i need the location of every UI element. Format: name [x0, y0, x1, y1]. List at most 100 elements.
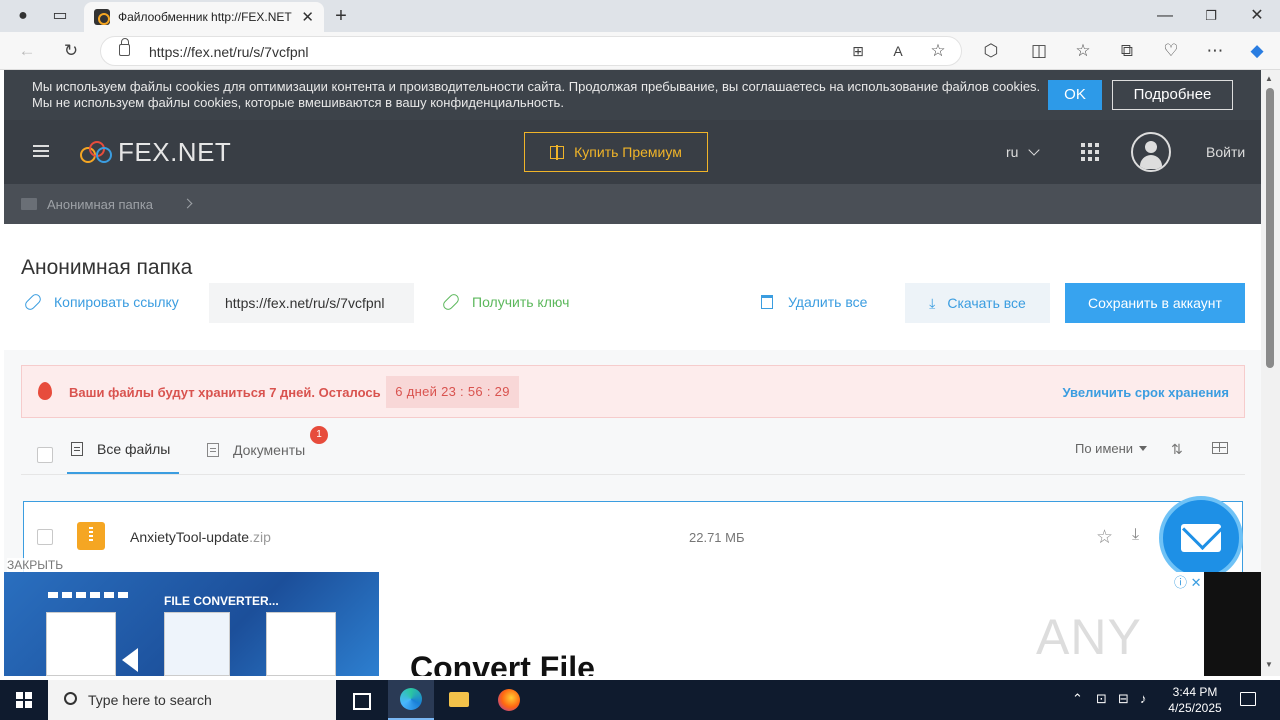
copilot-icon[interactable]: ◆: [1246, 41, 1268, 61]
cookie-more-button[interactable]: Подробнее: [1112, 80, 1233, 110]
performance-icon[interactable]: ♡: [1160, 41, 1182, 61]
taskbar-search[interactable]: Type here to search: [48, 680, 336, 720]
back-icon[interactable]: ←: [16, 41, 38, 61]
edge-browser-icon[interactable]: [388, 680, 434, 720]
copy-link-button[interactable]: Копировать ссылку: [23, 292, 179, 312]
select-all-checkbox[interactable]: [37, 447, 53, 463]
windows-taskbar: Type here to search ⌃ ⊡ ⊟ ♪ 3:44 PM 4/25…: [0, 680, 1280, 720]
close-window-icon[interactable]: ✕: [1242, 1, 1272, 31]
sort-direction-icon[interactable]: ⇅: [1171, 441, 1183, 458]
breadcrumb-folder[interactable]: Анонимная папка: [47, 197, 153, 212]
file-row[interactable]: AnxietyTool-update.zip 22.71 МБ ☆ ⤓: [23, 501, 1243, 581]
tab-documents[interactable]: Документы: [207, 425, 305, 474]
refresh-icon[interactable]: ↻: [60, 41, 82, 61]
file-explorer-icon[interactable]: [436, 680, 482, 720]
cookie-ok-button[interactable]: OK: [1048, 80, 1102, 110]
extend-storage-link[interactable]: Увеличить срок хранения: [1062, 385, 1229, 400]
profile-icon[interactable]: ●: [8, 1, 38, 31]
firefox-icon[interactable]: [486, 680, 532, 720]
site-logo[interactable]: FEX.NET: [80, 137, 231, 167]
split-screen-icon[interactable]: ◫: [1028, 41, 1050, 61]
app-available-icon[interactable]: ⊞: [847, 41, 869, 61]
grid-view-icon[interactable]: [1212, 442, 1228, 454]
ad-page-graphic: [266, 612, 336, 676]
file-extension: .zip: [249, 529, 271, 545]
tray-device-icon[interactable]: ⊡: [1096, 691, 1107, 707]
taskbar-search-placeholder: Type here to search: [88, 692, 212, 708]
buy-premium-label: Купить Премиум: [574, 144, 682, 160]
site-header: FEX.NET Купить Премиум ru Войти: [4, 120, 1261, 184]
delete-all-button[interactable]: Удалить все: [761, 294, 867, 310]
ad-banner-text: FILE CONVERTER...: [164, 594, 279, 608]
ad-close-icon[interactable]: ⓘ ✕: [1174, 572, 1202, 591]
cookie-message: Мы используем файлы cookies для оптимиза…: [32, 79, 1041, 110]
language-selector[interactable]: ru: [1006, 144, 1041, 160]
gift-icon: [550, 144, 565, 160]
read-aloud-icon[interactable]: A: [887, 41, 909, 61]
tab-title: Файлообменник http://FEX.NET: [118, 10, 292, 24]
get-key-button[interactable]: Получить ключ: [441, 292, 570, 312]
more-menu-icon[interactable]: ⋯: [1204, 41, 1226, 61]
folder-icon: [21, 198, 37, 210]
ad-image[interactable]: FILE CONVERTER...: [4, 572, 379, 676]
sort-dropdown[interactable]: По имени: [1075, 441, 1148, 456]
apps-grid-icon[interactable]: [1081, 143, 1099, 161]
taskbar-clock[interactable]: 3:44 PM 4/25/2025: [1160, 684, 1230, 716]
clock-date: 4/25/2025: [1168, 701, 1222, 715]
tab-actions-icon[interactable]: ▭: [45, 1, 75, 31]
share-url-field[interactable]: https://fex.net/ru/s/7vcfpnl: [209, 283, 414, 323]
ad-title[interactable]: Convert File: [410, 650, 595, 676]
ad-page-graphic: [164, 612, 230, 676]
close-tab-icon[interactable]: ✕: [301, 8, 314, 26]
key-link-icon: [441, 292, 461, 312]
buy-premium-button[interactable]: Купить Премиум: [524, 132, 708, 172]
zip-file-icon: [77, 522, 105, 550]
star-icon[interactable]: ☆: [1096, 526, 1113, 549]
search-icon: [64, 692, 77, 705]
fire-icon: [38, 382, 52, 400]
scrollbar-thumb[interactable]: [1266, 88, 1274, 368]
file-name[interactable]: AnxietyTool-update.zip: [130, 529, 271, 545]
file-download-icon[interactable]: ⤓: [1132, 526, 1139, 544]
file-checkbox[interactable]: [37, 529, 53, 545]
document-icon: [207, 442, 219, 457]
folder-toolbar: Анонимная папка Копировать ссылку https:…: [4, 224, 1261, 350]
collections-icon[interactable]: ⧉: [1116, 41, 1138, 61]
clock-time: 3:44 PM: [1172, 685, 1218, 699]
login-link[interactable]: Войти: [1206, 144, 1245, 160]
scroll-up-icon[interactable]: ▲: [1265, 74, 1273, 83]
close-ad-link[interactable]: ЗАКРЫТЬ: [7, 558, 64, 572]
menu-icon[interactable]: [33, 145, 49, 157]
save-to-account-button[interactable]: Сохранить в аккаунт: [1065, 283, 1245, 323]
user-avatar-icon[interactable]: [1131, 132, 1171, 172]
tab-all-files-label: Все файлы: [97, 440, 171, 457]
minimize-icon[interactable]: —: [1150, 1, 1180, 31]
download-all-button[interactable]: ⤓ Скачать все: [905, 283, 1050, 323]
notification-icon[interactable]: [1240, 692, 1256, 706]
favorites-icon[interactable]: ☆: [1072, 41, 1094, 61]
browser-tab[interactable]: Файлообменник http://FEX.NET ✕: [84, 2, 324, 32]
network-icon[interactable]: ⊟: [1118, 691, 1129, 707]
download-icon: ⤓: [929, 294, 936, 311]
volume-icon[interactable]: ♪: [1140, 691, 1147, 706]
scroll-down-icon[interactable]: ▼: [1265, 660, 1273, 669]
extensions-icon[interactable]: ⬡: [980, 41, 1002, 61]
breadcrumb: Анонимная папка: [4, 184, 1261, 224]
task-view-icon[interactable]: [338, 680, 384, 720]
favorite-star-icon[interactable]: ☆: [927, 41, 949, 61]
mail-chat-icon[interactable]: [1159, 496, 1243, 580]
file-icon: [71, 441, 83, 456]
language-label: ru: [1006, 144, 1019, 160]
file-size: 22.71 МБ: [689, 530, 745, 545]
delete-all-label: Удалить все: [788, 294, 868, 310]
new-tab-icon[interactable]: +: [326, 1, 356, 31]
lock-icon: [119, 38, 130, 56]
ad-arrow-icon: [122, 648, 138, 672]
tray-chevron-up-icon[interactable]: ⌃: [1072, 691, 1083, 707]
windows-start-icon[interactable]: [16, 692, 32, 708]
tab-all-files[interactable]: Все файлы: [67, 425, 179, 474]
get-key-label: Получить ключ: [472, 294, 570, 310]
url-bar[interactable]: https://fex.net/ru/s/7vcfpnl ⊞ A ☆: [100, 36, 962, 66]
page-scrollbar[interactable]: ▲ ▼: [1261, 70, 1280, 676]
restore-icon[interactable]: ❐: [1196, 1, 1226, 31]
